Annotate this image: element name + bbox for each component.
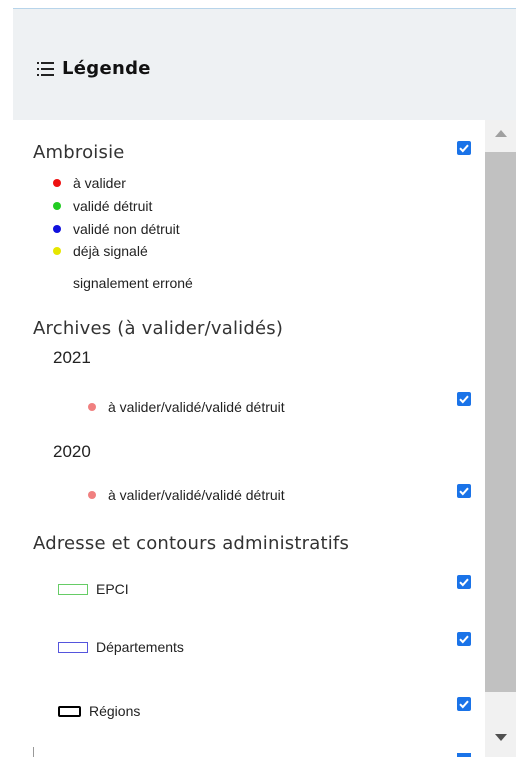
legend-panel: Ambroisie à valider validé détruit valid…: [13, 120, 485, 757]
checkbox-ambroisie[interactable]: [457, 141, 471, 155]
legend-item-archive-2021: à valider/validé/validé détruit: [88, 399, 285, 415]
legend-item-valide-non-detruit: validé non détruit: [53, 221, 180, 237]
red-dot-icon: [53, 179, 61, 187]
layer-label: Régions: [89, 703, 141, 719]
legend-title: Légende: [37, 58, 151, 79]
group-title-archives: Archives (à valider/validés): [33, 318, 284, 339]
legend-item-label: à valider: [73, 175, 126, 191]
legend-item-label: validé non détruit: [73, 221, 180, 237]
legend-item-label: signalement erroné: [73, 275, 193, 291]
checkbox-epci[interactable]: [457, 575, 471, 589]
legend-item-deja-signale: déjà signalé: [53, 243, 148, 259]
list-icon: [37, 61, 54, 76]
layer-regions: Régions: [58, 703, 140, 719]
green-dot-icon: [53, 202, 61, 210]
group-title-admin: Adresse et contours administratifs: [33, 533, 350, 554]
scroll-up-icon[interactable]: [495, 130, 507, 137]
yellow-dot-icon: [53, 247, 61, 255]
blue-dot-icon: [53, 225, 61, 233]
legend-item-label: à valider/validé/validé détruit: [108, 399, 285, 415]
scrollbar-thumb[interactable]: [485, 152, 516, 692]
checkbox-departements[interactable]: [457, 632, 471, 646]
checkbox-archive-2020[interactable]: [457, 484, 471, 498]
legend-item-label: à valider/validé/validé détruit: [108, 487, 285, 503]
layer-label: EPCI: [96, 581, 129, 597]
year-2021: 2021: [53, 348, 91, 367]
legend-item-a-valider: à valider: [53, 175, 126, 191]
outline-rect-icon: [58, 641, 88, 653]
scroll-down-icon[interactable]: [495, 734, 507, 741]
legend-item-archive-2020: à valider/validé/validé détruit: [88, 487, 285, 503]
pink-dot-icon: [88, 403, 96, 411]
legend-item-valide-detruit: validé détruit: [53, 198, 152, 214]
layer-departements: Départements: [58, 639, 184, 655]
outline-rect-icon: [58, 705, 81, 717]
legend-item-label: validé détruit: [73, 198, 153, 214]
legend-header: Légende: [13, 8, 516, 120]
group-title-ambroisie: Ambroisie: [33, 142, 125, 163]
pink-dot-icon: [88, 491, 96, 499]
layer-label: Départements: [96, 639, 184, 655]
legend-title-text: Légende: [62, 58, 151, 79]
white-dot-icon: [53, 279, 61, 287]
divider: [33, 747, 34, 757]
legend-item-signalement-errone: signalement erroné: [53, 275, 193, 291]
year-2020: 2020: [53, 442, 91, 461]
outline-rect-icon: [58, 583, 88, 595]
layer-epci: EPCI: [58, 581, 129, 597]
partial-checkbox[interactable]: [457, 753, 471, 757]
checkbox-archive-2021[interactable]: [457, 392, 471, 406]
legend-item-label: déjà signalé: [73, 243, 148, 259]
checkbox-regions[interactable]: [457, 697, 471, 711]
